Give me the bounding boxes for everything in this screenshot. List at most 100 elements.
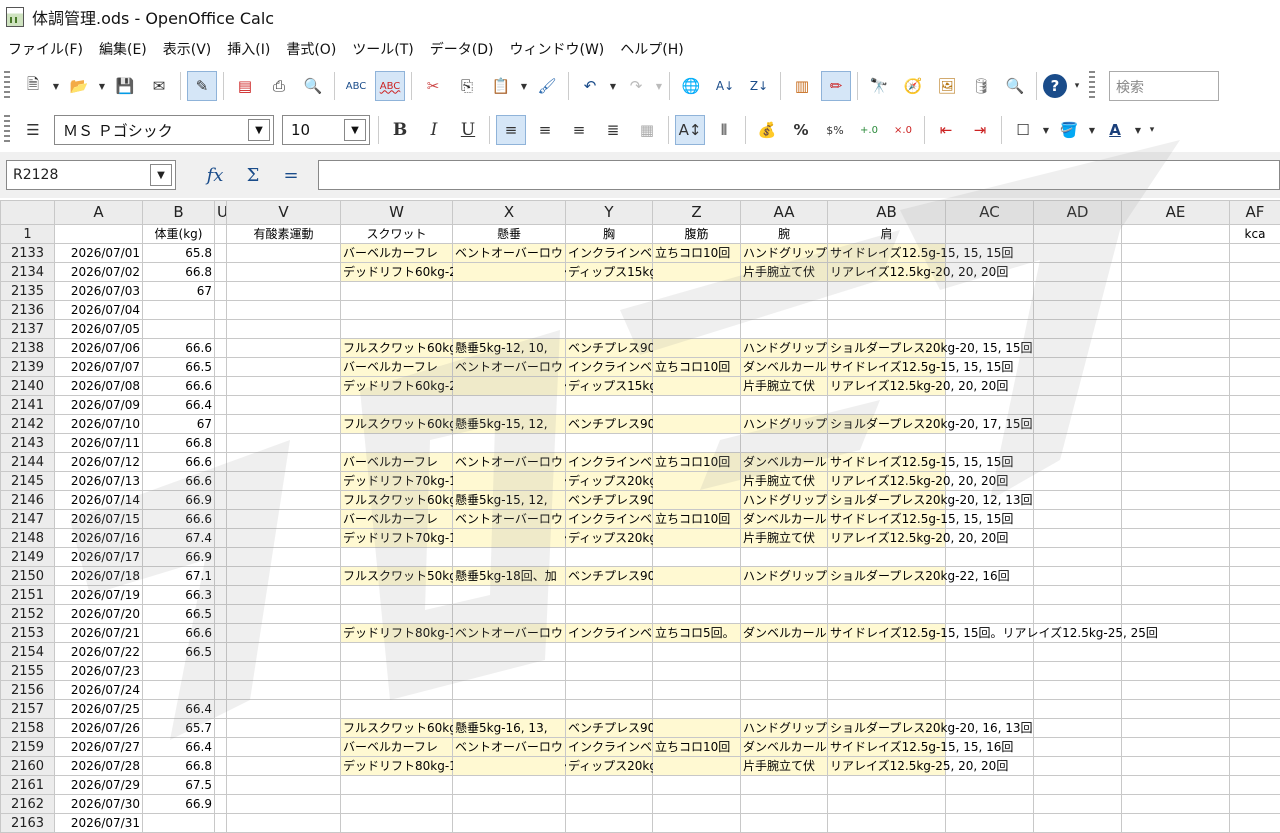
date-cell[interactable]: 2026/07/22 (54, 642, 143, 662)
cell[interactable] (945, 547, 1034, 567)
arms-cell[interactable] (740, 433, 828, 453)
weight-cell[interactable]: 66.3 (142, 585, 215, 605)
menu-edit[interactable]: 編集(E) (91, 39, 155, 59)
pullup-cell[interactable] (452, 262, 566, 282)
abs-cell[interactable] (652, 395, 741, 415)
chest-cell[interactable] (565, 813, 653, 833)
menu-window[interactable]: ウィンドウ(W) (502, 39, 613, 59)
cell[interactable] (1229, 604, 1280, 624)
column-header[interactable]: AB (827, 200, 946, 225)
cell[interactable] (1229, 509, 1280, 529)
cell[interactable] (1033, 433, 1122, 453)
arms-cell[interactable] (740, 813, 828, 833)
date-cell[interactable]: 2026/07/25 (54, 699, 143, 719)
column-header[interactable]: V (226, 200, 341, 225)
open-dropdown-icon[interactable]: ▼ (96, 82, 108, 91)
squat-cell[interactable]: フルスクワット60kg (340, 414, 457, 434)
shoulders-cell[interactable] (827, 547, 946, 567)
squat-cell[interactable]: バーベルカーフレ (340, 737, 453, 757)
pullup-cell[interactable] (452, 699, 566, 719)
date-cell[interactable]: 2026/07/04 (54, 300, 143, 320)
cell[interactable] (214, 224, 227, 244)
cell[interactable] (1033, 585, 1122, 605)
pullup-cell[interactable] (452, 642, 566, 662)
merge-cells-icon[interactable]: ▦ (632, 115, 662, 145)
underline-button[interactable]: U (453, 115, 483, 145)
weight-cell[interactable]: 66.4 (142, 699, 215, 719)
weight-cell[interactable]: 66.5 (142, 604, 215, 624)
wrap-text-icon[interactable]: A↕ (675, 115, 705, 145)
shoulders-cell[interactable]: リアレイズ12.5kg-20, 20, 20回 (827, 528, 1008, 548)
cell[interactable] (1033, 224, 1122, 244)
cell[interactable] (1121, 528, 1230, 548)
cell[interactable] (214, 414, 227, 434)
chest-cell[interactable]: インクラインベ (565, 243, 653, 263)
arms-cell[interactable]: 片手腕立て伏 (740, 756, 828, 776)
column-header[interactable]: AA (740, 200, 828, 225)
arms-cell[interactable]: ハンドグリップ (740, 414, 828, 434)
squat-cell[interactable] (340, 281, 453, 301)
new-document-icon[interactable]: 🗎 (18, 71, 48, 101)
chevron-down-icon[interactable]: ▼ (248, 119, 270, 141)
cell[interactable] (945, 680, 1034, 700)
squat-cell[interactable]: フルスクワット50kg (340, 566, 457, 586)
column-header[interactable]: Y (565, 200, 653, 225)
header-cell-chest[interactable]: 胸 (565, 224, 653, 244)
date-cell[interactable]: 2026/07/21 (54, 623, 143, 643)
navigator-icon[interactable]: 🧭 (898, 71, 928, 101)
cell[interactable] (1033, 661, 1122, 681)
cell[interactable] (1121, 243, 1230, 263)
cell[interactable] (1033, 414, 1122, 434)
chest-cell[interactable] (565, 604, 653, 624)
pullup-cell[interactable] (452, 661, 566, 681)
squat-cell[interactable] (340, 813, 453, 833)
cell[interactable] (1033, 604, 1122, 624)
chest-cell[interactable] (565, 319, 653, 339)
cell[interactable] (1121, 300, 1230, 320)
cell[interactable] (214, 604, 227, 624)
cardio-cell[interactable] (226, 718, 341, 738)
row-header[interactable]: 2145 (0, 471, 55, 491)
chest-cell[interactable]: インクラインベ (565, 737, 653, 757)
chest-cell[interactable] (565, 433, 653, 453)
cell[interactable] (1229, 566, 1280, 586)
shoulders-cell[interactable]: ショルダープレス20kg-20, 16, 13回 (827, 718, 1033, 738)
cell[interactable] (1033, 718, 1122, 738)
pullup-cell[interactable] (452, 433, 566, 453)
arms-cell[interactable] (740, 775, 828, 795)
squat-cell[interactable]: デッドリフト80kg-12, 12, 10回。バーベ (340, 756, 570, 776)
search-input[interactable]: 検索 (1109, 71, 1219, 101)
pullup-cell[interactable]: ベントオーバーロウ (452, 623, 566, 643)
weight-cell[interactable] (142, 680, 215, 700)
cell[interactable] (214, 471, 227, 491)
weight-cell[interactable]: 66.9 (142, 547, 215, 567)
squat-cell[interactable] (340, 775, 453, 795)
chest-cell[interactable]: インクラインベ (565, 357, 653, 377)
cell[interactable] (1121, 471, 1230, 491)
cell[interactable] (1033, 528, 1122, 548)
clone-formatting-icon[interactable]: 🖌 (532, 71, 562, 101)
row-header[interactable]: 2146 (0, 490, 55, 510)
cell[interactable] (1229, 300, 1280, 320)
borders-dropdown-icon[interactable]: ▼ (1040, 126, 1052, 135)
shoulders-cell[interactable] (827, 395, 946, 415)
abs-cell[interactable] (652, 300, 741, 320)
arms-cell[interactable]: ダンベルカール (740, 509, 828, 529)
weight-cell[interactable]: 66.5 (142, 642, 215, 662)
cell[interactable] (1229, 243, 1280, 263)
weight-cell[interactable]: 66.8 (142, 433, 215, 453)
undo-dropdown-icon[interactable]: ▼ (607, 82, 619, 91)
shoulders-cell[interactable]: ショルダープレス20kg-20, 12, 13回 (827, 490, 1033, 510)
shoulders-cell[interactable]: ショルダープレス20kg-22, 16回 (827, 566, 1010, 586)
abs-cell[interactable]: 立ちコロ10回 (652, 452, 741, 472)
pullup-cell[interactable] (452, 585, 566, 605)
font-size-select[interactable]: 10 ▼ (282, 115, 370, 145)
cell[interactable] (1121, 756, 1230, 776)
arms-cell[interactable]: ダンベルカール (740, 357, 828, 377)
cell[interactable] (1229, 775, 1280, 795)
shoulders-cell[interactable] (827, 433, 946, 453)
zoom-icon[interactable]: 🔍 (1000, 71, 1030, 101)
cell[interactable] (1033, 338, 1122, 358)
toolbar-overflow-icon[interactable]: ▾ (1071, 71, 1083, 101)
help-icon[interactable]: ? (1043, 74, 1067, 98)
